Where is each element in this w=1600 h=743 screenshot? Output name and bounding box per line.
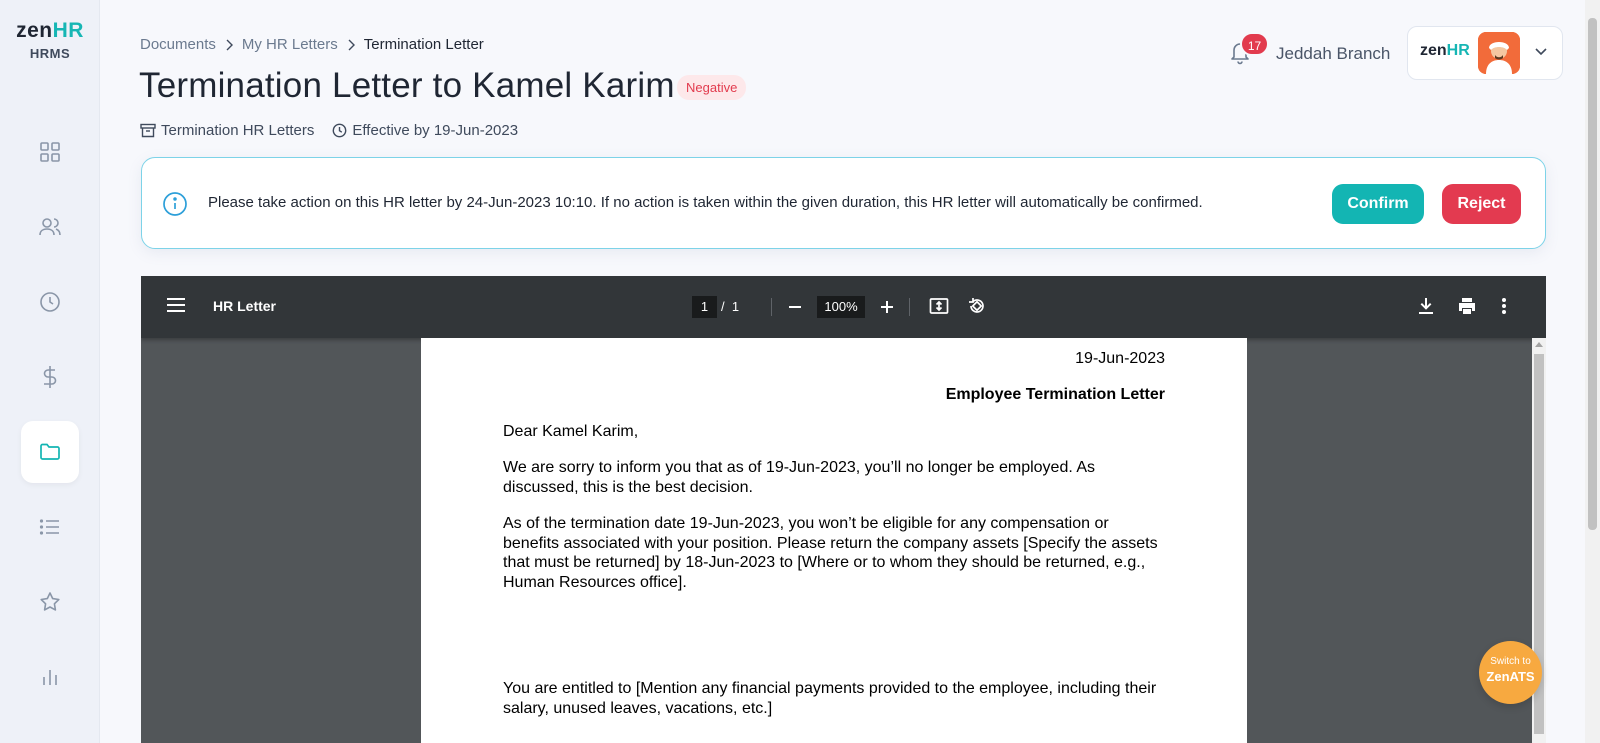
brand-logo-zen: zen: [16, 19, 53, 42]
confirm-button[interactable]: Confirm: [1332, 184, 1424, 224]
total-pages: 1: [731, 299, 740, 314]
sidebar-item-reports[interactable]: [21, 646, 79, 708]
pdf-title: HR Letter: [213, 298, 277, 314]
menu-icon[interactable]: [167, 297, 185, 318]
letter-greeting: Dear Kamel Karim,: [503, 423, 639, 440]
sidebar-item-documents[interactable]: [21, 421, 79, 483]
chevron-down-icon: [1534, 44, 1548, 62]
brand-logo[interactable]: zenHR HRMS: [0, 19, 100, 62]
fab-label-line2: ZenATS: [1486, 669, 1535, 684]
letter-paragraph-3: You are entitled to [Mention any financi…: [503, 680, 1157, 717]
notification-count-badge: 17: [1240, 32, 1269, 56]
pdf-page: 19-Jun-2023 Employee Termination Letter …: [421, 338, 1247, 743]
toolbar-divider: [771, 298, 772, 316]
dollar-icon: [43, 366, 57, 388]
reject-button[interactable]: Reject: [1442, 184, 1521, 224]
sidebar-item-attendance[interactable]: [21, 271, 79, 333]
people-icon: [39, 218, 61, 236]
breadcrumb-documents[interactable]: Documents: [140, 36, 216, 53]
zoom-in-icon[interactable]: [879, 298, 895, 321]
zoom-level[interactable]: 100%: [817, 296, 865, 318]
more-options-icon[interactable]: [1501, 296, 1507, 321]
sidebar-item-dashboard[interactable]: [21, 121, 79, 183]
rotate-icon[interactable]: [967, 296, 987, 321]
page-scrollbar[interactable]: [1585, 0, 1600, 743]
download-icon[interactable]: [1418, 296, 1434, 321]
page-title: Termination Letter to Kamel Karim: [139, 66, 675, 105]
folder-icon: [40, 443, 60, 460]
profile-menu[interactable]: zenHR: [1407, 26, 1563, 80]
page-separator: /: [721, 299, 725, 314]
pdf-toolbar: HR Letter 1 / 1 100%: [141, 276, 1546, 338]
list-icon: [39, 519, 59, 535]
chevron-right-icon: [225, 39, 233, 51]
zoom-out-icon[interactable]: [787, 298, 803, 321]
letter-heading: Employee Termination Letter: [945, 386, 1165, 403]
scroll-up-arrow-icon[interactable]: [1535, 342, 1543, 347]
letter-paragraph-1: We are sorry to inform you that as of 19…: [503, 459, 1096, 496]
sidebar-item-people[interactable]: [21, 196, 79, 258]
star-icon: [40, 592, 60, 611]
letter-effective-label: Effective by 19-Jun-2023: [352, 122, 519, 139]
chevron-right-icon: [347, 39, 355, 51]
letter-paragraph-2: As of the termination date 19-Jun-2023, …: [503, 515, 1158, 591]
breadcrumb-current: Termination Letter: [363, 36, 484, 53]
letter-meta: Termination HR Letters Effective by 19-J…: [140, 122, 536, 139]
fab-label-line1: Switch to: [1490, 656, 1531, 667]
page-total: / 1: [721, 299, 739, 314]
company-logo-hr: HR: [1446, 42, 1470, 59]
bar-chart-icon: [43, 670, 57, 685]
letter-category-label: Termination HR Letters: [161, 122, 315, 139]
sidebar-item-requests[interactable]: [21, 496, 79, 558]
sidebar-item-payroll[interactable]: [21, 346, 79, 408]
avatar: [1478, 32, 1520, 74]
breadcrumb: Documents My HR Letters Termination Lett…: [140, 36, 484, 53]
page-scroll-thumb[interactable]: [1588, 18, 1597, 530]
clock-icon: [40, 292, 60, 312]
pdf-viewer[interactable]: HR Letter 1 / 1 100% 19-Jun-2023 Employe…: [141, 276, 1546, 743]
letter-date: 19-Jun-2023: [1075, 350, 1165, 367]
action-alert: Please take action on this HR letter by …: [141, 157, 1546, 249]
company-logo: zenHR: [1420, 42, 1470, 60]
fit-page-icon[interactable]: [929, 296, 949, 321]
branch-selector[interactable]: Jeddah Branch: [1276, 44, 1390, 64]
archive-icon: [140, 123, 156, 138]
print-icon[interactable]: [1457, 296, 1477, 321]
dashboard-icon: [40, 142, 60, 162]
page-number-input[interactable]: 1: [692, 296, 717, 318]
switch-to-zenats-button[interactable]: Switch to ZenATS: [1479, 641, 1542, 704]
alert-message: Please take action on this HR letter by …: [208, 194, 1203, 211]
sidebar-item-performance[interactable]: [21, 571, 79, 633]
status-badge: Negative: [677, 75, 747, 100]
clock-icon: [333, 123, 347, 138]
breadcrumb-my-hr-letters[interactable]: My HR Letters: [242, 36, 338, 53]
sidebar: zenHR HRMS: [0, 0, 100, 743]
letter-category: Termination HR Letters: [140, 122, 314, 139]
letter-effective-date: Effective by 19-Jun-2023: [332, 122, 518, 139]
brand-product: HRMS: [29, 46, 71, 61]
brand-logo-hr: HR: [52, 19, 84, 42]
company-logo-zen: zen: [1420, 42, 1447, 59]
toolbar-divider: [909, 298, 910, 316]
info-icon: [162, 191, 188, 222]
